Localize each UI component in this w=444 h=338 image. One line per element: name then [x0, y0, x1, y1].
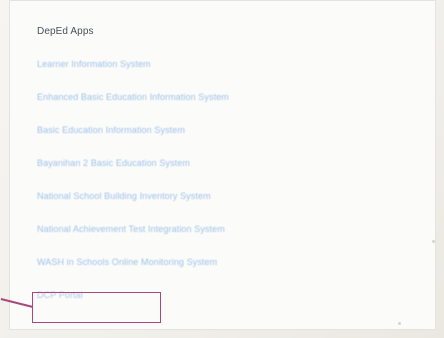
app-link-learner-information-system[interactable]: Learner Information System [37, 59, 229, 92]
app-link-nsbi[interactable]: National School Building Inventory Syste… [37, 191, 229, 224]
speck-mark [432, 240, 435, 243]
app-link-wash-monitoring[interactable]: WASH in Schools Online Monitoring System [37, 257, 229, 290]
app-link-enhanced-beis[interactable]: Enhanced Basic Education Information Sys… [37, 92, 229, 125]
apps-heading: DepEd Apps [37, 26, 94, 37]
photo-background: DepEd Apps Learner Information System En… [0, 0, 444, 338]
speck-mark [398, 322, 401, 325]
app-link-beis[interactable]: Basic Education Information System [37, 125, 229, 158]
app-link-nat-integration[interactable]: National Achievement Test Integration Sy… [37, 224, 229, 257]
app-link-bayanihan-2[interactable]: Bayanihan 2 Basic Education System [37, 158, 229, 191]
dcp-portal-highlight-box [32, 292, 161, 323]
apps-panel: DepEd Apps Learner Information System En… [9, 0, 436, 330]
app-list: Learner Information System Enhanced Basi… [37, 59, 229, 323]
